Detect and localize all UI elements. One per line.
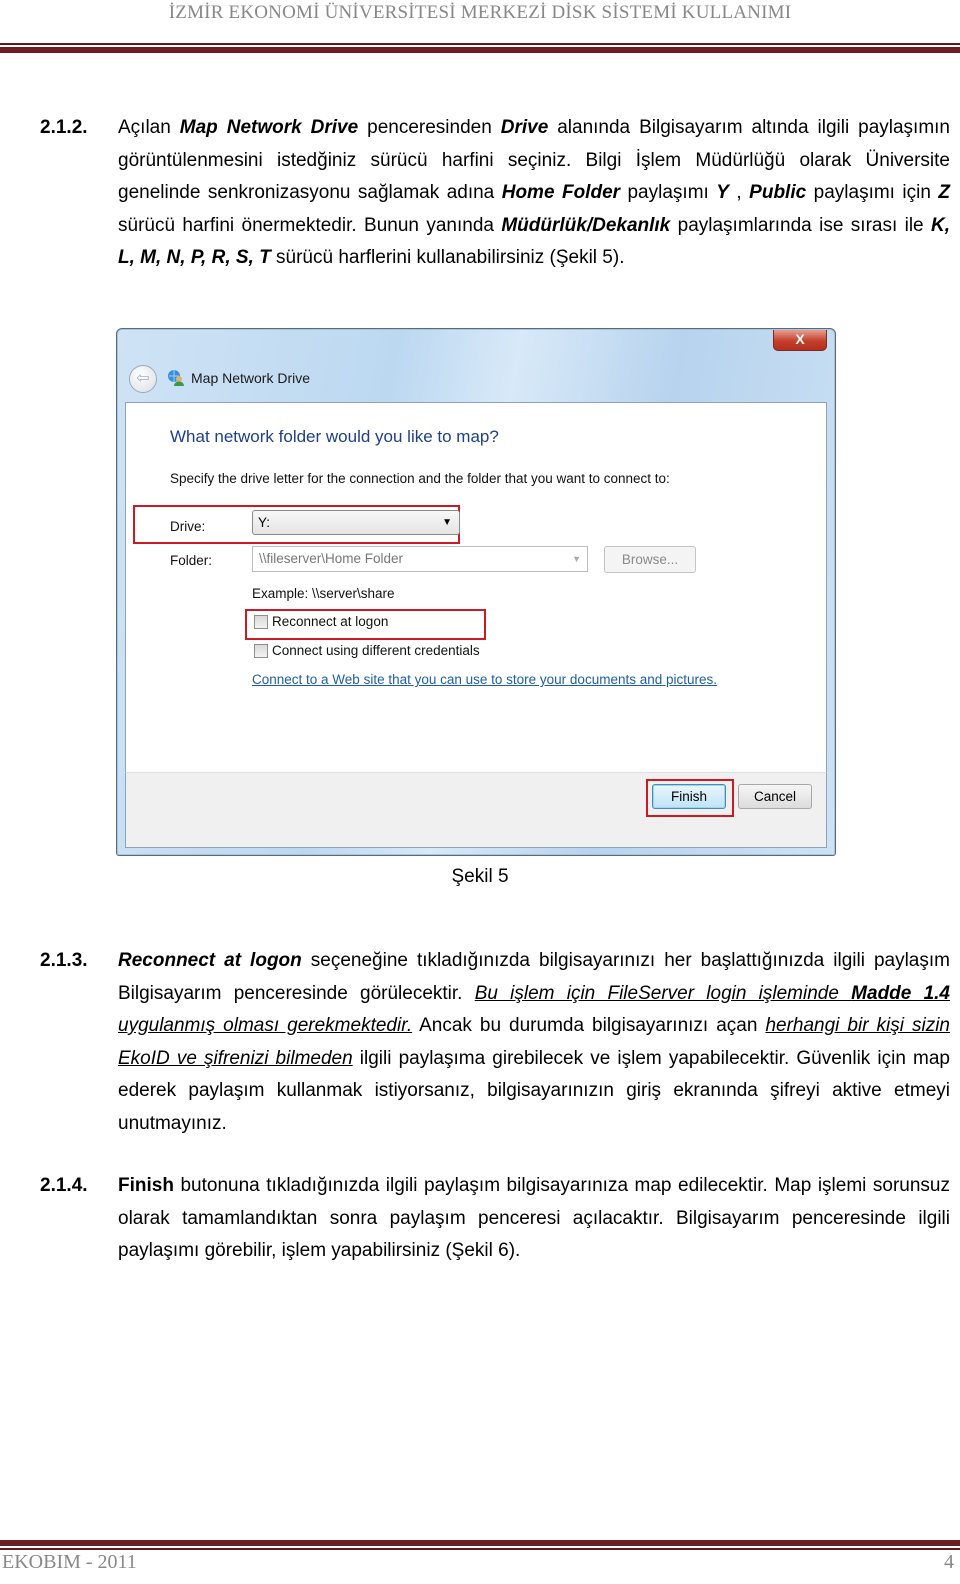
window-title: Map Network Drive	[191, 370, 311, 386]
section-number: 2.1.2.	[40, 117, 88, 138]
cancel-button[interactable]: Cancel	[738, 784, 812, 809]
folder-value: \\fileserver\Home Folder	[259, 551, 404, 566]
section-text: Finish butonuna tıkladığınızda ilgili pa…	[118, 1175, 950, 1261]
close-icon: X	[795, 331, 805, 347]
example-text: Example: \\server\share	[252, 586, 395, 601]
dialog-content: What network folder would you like to ma…	[125, 402, 827, 773]
reconnect-label[interactable]: Reconnect at logon	[272, 614, 388, 629]
credentials-checkbox[interactable]	[254, 644, 268, 658]
section-number: 2.1.3.	[40, 950, 88, 971]
section-2-1-3: 2.1.3. Reconnect at logon seçeneğine tık…	[40, 945, 950, 1140]
dialog-instruction: Specify the drive letter for the connect…	[170, 471, 670, 486]
figure-caption: Şekil 5	[451, 866, 509, 887]
footer-label: EKOBIM - 2011	[2, 1551, 137, 1573]
dialog-heading: What network folder would you like to ma…	[170, 427, 499, 446]
section-2-1-2: 2.1.2. Açılan Map Network Drive penceres…	[40, 112, 950, 275]
finish-button[interactable]: Finish	[652, 784, 726, 809]
section-text: Açılan Map Network Drive penceresinden D…	[118, 117, 951, 268]
credentials-label[interactable]: Connect using different credentials	[272, 643, 480, 658]
section-text: Reconnect at logon seçeneğine tıkladığın…	[118, 950, 950, 1134]
footer-rule-thick	[0, 1540, 960, 1546]
dialog-footer: Finish Cancel	[125, 772, 827, 848]
header-rule-thin	[0, 43, 960, 45]
drive-select[interactable]: Y: ▼	[252, 510, 460, 535]
section-2-1-4: 2.1.4. Finish butonuna tıkladığınızda il…	[40, 1170, 950, 1268]
chevron-down-icon: ▼	[572, 554, 581, 564]
footer-rule-thin	[0, 1548, 960, 1550]
browse-button[interactable]: Browse...	[604, 546, 696, 573]
page-number: 4	[944, 1551, 954, 1573]
back-arrow-icon: ⇦	[136, 370, 150, 387]
network-drive-icon	[168, 370, 184, 386]
close-button[interactable]: X	[773, 330, 827, 351]
drive-value: Y:	[258, 515, 271, 530]
header-title: İZMİR EKONOMİ ÜNİVERSİTESİ MERKEZİ DİSK …	[168, 2, 792, 23]
chevron-down-icon: ▼	[442, 517, 452, 528]
web-site-link[interactable]: Connect to a Web site that you can use t…	[252, 672, 717, 687]
folder-label: Folder:	[170, 553, 213, 568]
header-rule-thick	[0, 47, 960, 53]
folder-input[interactable]: \\fileserver\Home Folder ▼	[252, 546, 588, 572]
drive-label: Drive:	[170, 519, 206, 534]
reconnect-checkbox[interactable]	[254, 615, 268, 629]
section-number: 2.1.4.	[40, 1175, 88, 1196]
map-network-drive-dialog: X ⇦ Map Network Drive What network folde…	[116, 328, 836, 856]
back-button[interactable]: ⇦	[129, 365, 157, 393]
